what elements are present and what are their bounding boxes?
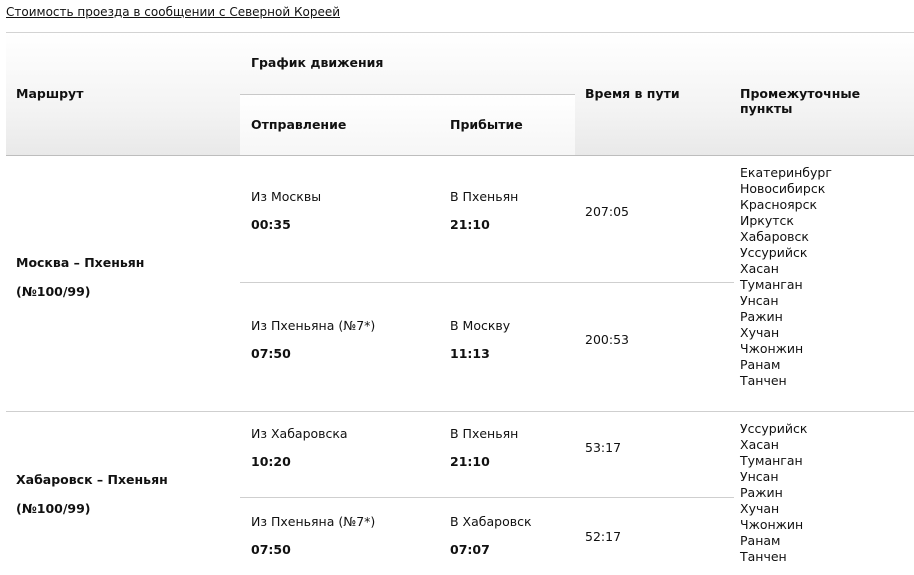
header-route: Маршрут [16,86,84,101]
trip-divider [240,282,734,283]
stop-item: Екатеринбург [740,165,832,180]
travel-duration: 53:17 [585,440,622,455]
stop-item: Туманган [740,453,803,468]
arrival-time: 07:07 [450,542,490,557]
departure-time: 00:35 [251,217,291,232]
header-departure: Отправление [251,117,347,132]
stop-item: Уссурийск [740,245,808,260]
arrival-time: 21:10 [450,217,490,232]
fare-link[interactable]: Стоимость проезда в сообщении с Северной… [6,5,340,19]
departure-label: Из Пхеньяна (№7*) [251,318,376,333]
stop-item: Унсан [740,469,779,484]
stop-item: Красноярск [740,197,818,212]
travel-duration: 200:53 [585,332,629,347]
header-travel-time: Время в пути [585,86,680,101]
route-row: Москва – Пхеньян (№100/99) Из Москвы 00:… [6,155,914,411]
departure-label: Из Хабаровска [251,426,348,441]
travel-duration: 52:17 [585,529,622,544]
stop-item: Хабаровск [740,229,809,244]
stop-item: Ражин [740,485,783,500]
intermediate-stops: Екатеринбург Новосибирск Красноярск Ирку… [740,165,832,389]
stop-item: Хучан [740,501,780,516]
trip-divider [240,497,734,498]
stop-item: Танчен [740,549,787,564]
stop-item: Ражин [740,309,783,324]
stop-item: Хасан [740,437,779,452]
route-name: Хабаровск – Пхеньян [16,472,168,487]
departure-time: 07:50 [251,542,291,557]
schedule-table: Москва – Пхеньян (№100/99) Из Москвы 00:… [6,155,914,575]
header-stops: Промежуточные пункты [740,86,861,116]
arrival-time: 11:13 [450,346,490,361]
stop-item: Ранам [740,533,781,548]
stop-item: Иркутск [740,213,794,228]
stop-item: Танчен [740,373,787,388]
departure-label: Из Москвы [251,189,322,204]
stop-item: Туманган [740,277,803,292]
departure-label: Из Пхеньяна (№7*) [251,514,376,529]
header-arrival: Прибытие [450,117,523,132]
route-number: (№100/99) [16,501,91,516]
arrival-label: В Хабаровск [450,514,532,529]
departure-time: 10:20 [251,454,291,469]
header-schedule: График движения [251,55,384,70]
route-row: Хабаровск – Пхеньян (№100/99) Из Хабаров… [6,412,914,575]
route-number: (№100/99) [16,284,91,299]
intermediate-stops: Уссурийск Хасан Туманган Унсан Ражин Хуч… [740,421,807,565]
stop-item: Чжонжин [740,517,804,532]
stop-item: Унсан [740,293,779,308]
arrival-time: 21:10 [450,454,490,469]
stop-item: Ранам [740,357,781,372]
stop-item: Чжонжин [740,341,804,356]
route-name: Москва – Пхеньян [16,255,145,270]
travel-duration: 207:05 [585,204,629,219]
stop-item: Хучан [740,325,780,340]
stop-item: Хасан [740,261,779,276]
table-header: Маршрут График движения Отправление Приб… [6,32,914,156]
departure-time: 07:50 [251,346,291,361]
arrival-label: В Пхеньян [450,189,519,204]
arrival-label: В Москву [450,318,511,333]
arrival-label: В Пхеньян [450,426,519,441]
stop-item: Новосибирск [740,181,826,196]
stop-item: Уссурийск [740,421,808,436]
